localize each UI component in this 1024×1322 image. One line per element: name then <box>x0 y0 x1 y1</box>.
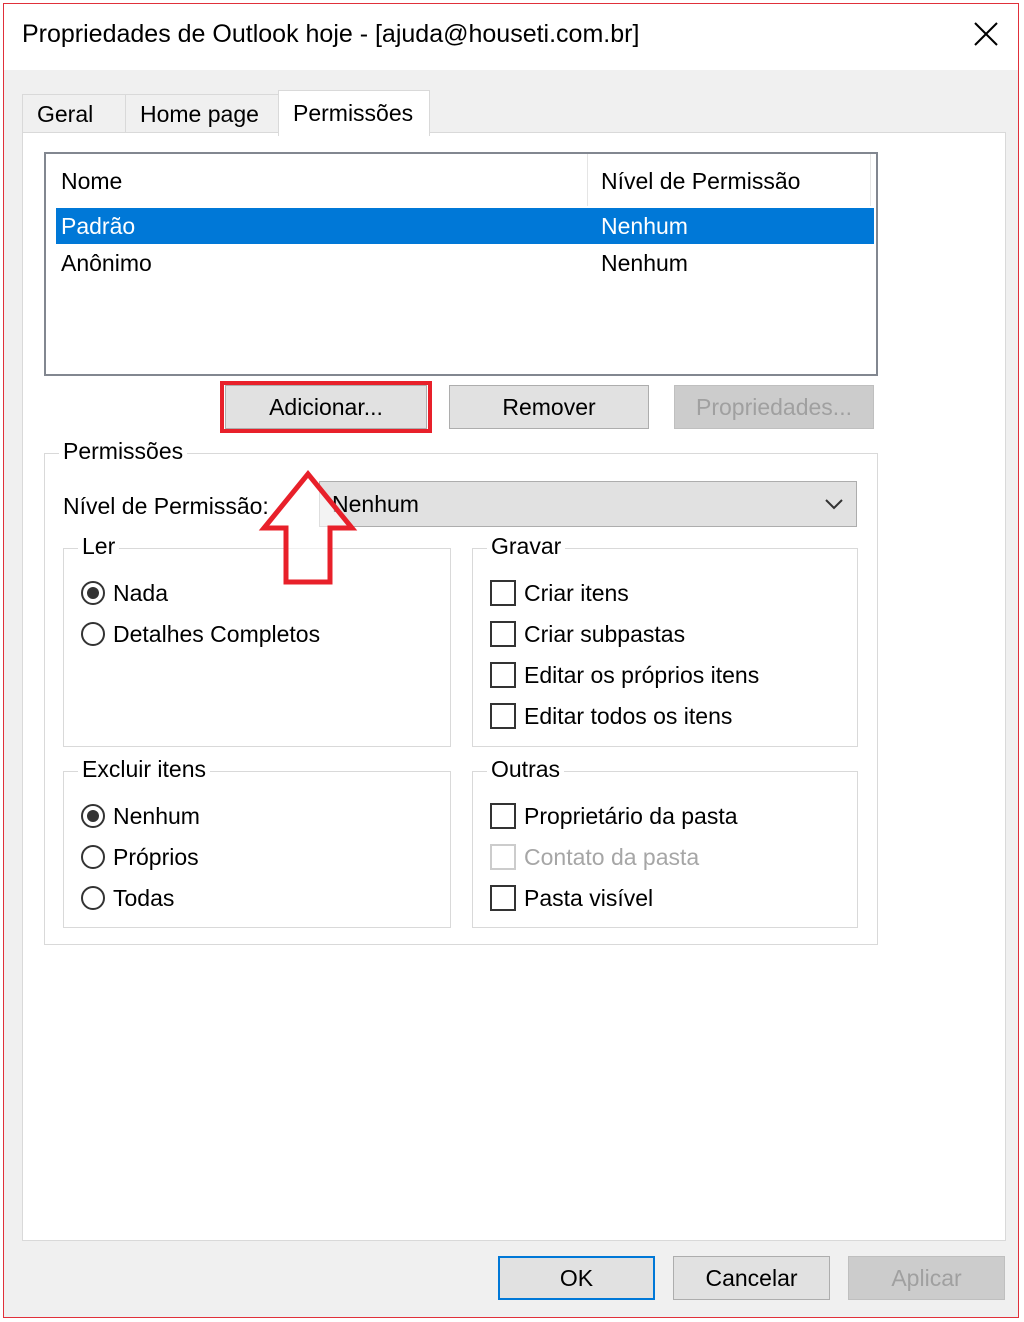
option-label: Criar itens <box>524 579 629 606</box>
column-separator[interactable] <box>587 154 588 206</box>
radio-button[interactable] <box>81 804 105 828</box>
option-label: Proprietário da pasta <box>524 802 738 829</box>
checkbox[interactable] <box>490 703 516 729</box>
row-name: Anônimo <box>61 250 152 276</box>
cancel-button[interactable]: Cancelar <box>673 1256 830 1300</box>
checkbox-criar-itens[interactable]: Criar itens <box>490 576 629 610</box>
row-name: Padrão <box>61 213 136 239</box>
option-label: Criar subpastas <box>524 620 686 647</box>
title-bar: Propriedades de Outlook hoje - [ajuda@ho… <box>4 4 1018 70</box>
group-label: Permissões <box>59 438 188 465</box>
radio-button[interactable] <box>81 581 105 605</box>
radio-button[interactable] <box>81 886 105 910</box>
radio-read-nada[interactable]: Nada <box>81 576 168 610</box>
checkbox-editar-todos[interactable]: Editar todos os itens <box>490 699 732 733</box>
option-label: Nenhum <box>113 802 200 829</box>
close-icon <box>974 22 998 46</box>
checkbox[interactable] <box>490 885 516 911</box>
apply-button[interactable]: Aplicar <box>848 1256 1005 1300</box>
properties-button[interactable]: Propriedades... <box>674 385 874 429</box>
window-title: Propriedades de Outlook hoje - [ajuda@ho… <box>22 20 640 48</box>
remove-button[interactable]: Remover <box>449 385 649 429</box>
group-label: Gravar <box>487 533 566 560</box>
radio-read-detalhes[interactable]: Detalhes Completos <box>81 617 320 651</box>
tab-home-page[interactable]: Home page <box>125 94 279 134</box>
permissions-list[interactable]: Nome Nível de Permissão Padrão Nenhum An… <box>44 152 878 376</box>
row-level: Nenhum <box>601 213 688 239</box>
properties-dialog: Propriedades de Outlook hoje - [ajuda@ho… <box>3 3 1019 1318</box>
permission-level-label: Nível de Permissão: <box>63 493 269 519</box>
checkbox[interactable] <box>490 662 516 688</box>
list-row-padrao[interactable]: Padrão Nenhum <box>56 208 874 244</box>
option-label: Todas <box>113 884 175 911</box>
option-label: Editar todos os itens <box>524 702 733 729</box>
checkbox[interactable] <box>490 621 516 647</box>
option-label: Próprios <box>113 843 199 870</box>
option-label: Contato da pasta <box>524 843 700 870</box>
chevron-down-icon <box>825 499 843 510</box>
ok-button[interactable]: OK <box>498 1256 655 1300</box>
tab-permissoes[interactable]: Permissões <box>278 90 430 136</box>
permission-level-select[interactable]: Nenhum <box>319 481 857 527</box>
group-label: Ler <box>78 533 120 560</box>
checkbox-editar-proprios[interactable]: Editar os próprios itens <box>490 658 759 692</box>
option-label: Nada <box>113 579 168 606</box>
checkbox[interactable] <box>490 844 516 870</box>
permissions-panel: Nome Nível de Permissão Padrão Nenhum An… <box>22 132 1006 1241</box>
checkbox[interactable] <box>490 803 516 829</box>
radio-button[interactable] <box>81 845 105 869</box>
list-row-anonimo[interactable]: Anônimo Nenhum <box>56 245 874 281</box>
add-button[interactable]: Adicionar... <box>225 385 427 429</box>
checkbox-proprietario[interactable]: Proprietário da pasta <box>490 799 738 833</box>
column-separator[interactable] <box>870 154 871 206</box>
group-label: Outras <box>487 756 565 783</box>
tab-geral[interactable]: Geral <box>22 94 126 134</box>
permission-level-value: Nenhum <box>332 491 419 517</box>
row-level: Nenhum <box>601 250 688 276</box>
checkbox-contato[interactable]: Contato da pasta <box>490 840 699 874</box>
option-label: Pasta visível <box>524 884 654 911</box>
radio-delete-todas[interactable]: Todas <box>81 881 174 915</box>
column-header-name[interactable]: Nome <box>61 168 122 195</box>
list-header: Nome Nível de Permissão <box>46 154 876 208</box>
option-label: Editar os próprios itens <box>524 661 760 688</box>
radio-button[interactable] <box>81 622 105 646</box>
radio-delete-nenhum[interactable]: Nenhum <box>81 799 200 833</box>
radio-delete-proprios[interactable]: Próprios <box>81 840 199 874</box>
checkbox[interactable] <box>490 580 516 606</box>
close-button[interactable] <box>966 14 1006 54</box>
checkbox-criar-subpastas[interactable]: Criar subpastas <box>490 617 685 651</box>
column-header-level[interactable]: Nível de Permissão <box>601 168 800 195</box>
group-label: Excluir itens <box>78 756 210 783</box>
checkbox-pasta-visivel[interactable]: Pasta visível <box>490 881 653 915</box>
option-label: Detalhes Completos <box>113 620 321 647</box>
